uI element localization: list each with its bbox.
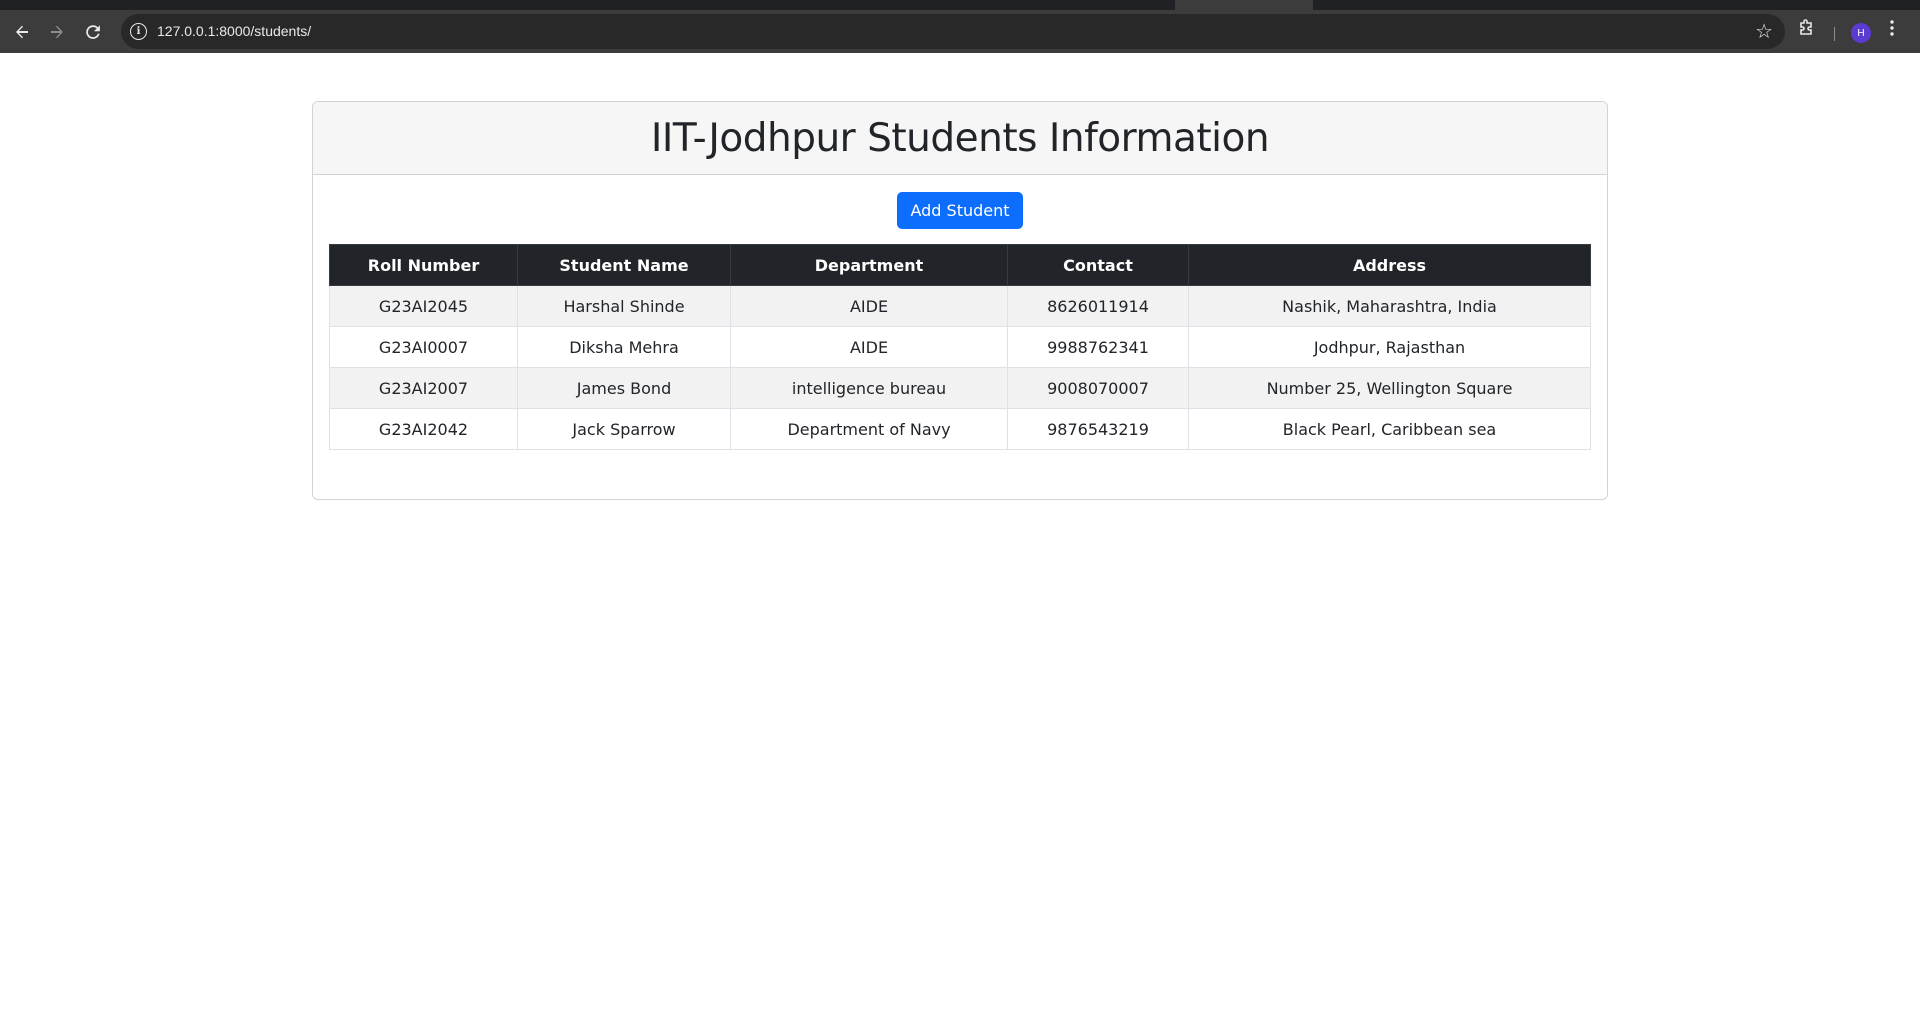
header-address: Address xyxy=(1188,244,1591,286)
browser-tab[interactable] xyxy=(1175,0,1313,10)
browser-toolbar: i 127.0.0.1:8000/students/ ☆ H xyxy=(0,10,1920,53)
cell-student-name: James Bond xyxy=(517,367,731,409)
reload-button[interactable] xyxy=(80,19,106,45)
browser-chrome: i 127.0.0.1:8000/students/ ☆ H xyxy=(0,0,1920,53)
students-card: IIT-Jodhpur Students Information Add Stu… xyxy=(312,101,1608,500)
header-student-name: Student Name xyxy=(517,244,731,286)
cell-address: Number 25, Wellington Square xyxy=(1188,367,1591,409)
cell-contact: 9008070007 xyxy=(1007,367,1189,409)
puzzle-icon[interactable] xyxy=(1797,19,1815,42)
cell-department: Department of Navy xyxy=(730,408,1008,450)
forward-button[interactable] xyxy=(44,19,70,45)
cell-address: Nashik, Maharashtra, India xyxy=(1188,285,1591,327)
kebab-menu-icon[interactable] xyxy=(1890,20,1894,40)
arrow-right-icon xyxy=(51,25,63,39)
table-row: G23AI2007 James Bond intelligence bureau… xyxy=(329,367,1591,409)
table-row: G23AI2042 Jack Sparrow Department of Nav… xyxy=(329,408,1591,450)
table-row: G23AI0007 Diksha Mehra AIDE 9988762341 J… xyxy=(329,326,1591,368)
info-icon[interactable]: i xyxy=(130,23,147,40)
students-table: Roll Number Student Name Department Cont… xyxy=(329,244,1591,450)
toolbar-divider xyxy=(1834,27,1835,41)
button-row: Add Student xyxy=(313,192,1607,229)
page-title: IIT-Jodhpur Students Information xyxy=(650,115,1270,161)
cell-contact: 8626011914 xyxy=(1007,285,1189,327)
header-department: Department xyxy=(730,244,1008,286)
card-header: IIT-Jodhpur Students Information xyxy=(313,102,1607,175)
table-header-row: Roll Number Student Name Department Cont… xyxy=(329,244,1591,286)
cell-roll-number: G23AI2045 xyxy=(329,285,518,327)
address-bar[interactable]: i 127.0.0.1:8000/students/ ☆ xyxy=(121,14,1785,49)
cell-department: AIDE xyxy=(730,285,1008,327)
cell-student-name: Harshal Shinde xyxy=(517,285,731,327)
header-contact: Contact xyxy=(1007,244,1189,286)
reload-icon xyxy=(86,25,100,39)
cell-address: Jodhpur, Rajasthan xyxy=(1188,326,1591,368)
header-roll-number: Roll Number xyxy=(329,244,518,286)
star-icon[interactable]: ☆ xyxy=(1755,19,1773,43)
cell-contact: 9988762341 xyxy=(1007,326,1189,368)
cell-address: Black Pearl, Caribbean sea xyxy=(1188,408,1591,450)
cell-roll-number: G23AI0007 xyxy=(329,326,518,368)
avatar[interactable]: H xyxy=(1851,23,1871,43)
cell-contact: 9876543219 xyxy=(1007,408,1189,450)
cell-student-name: Diksha Mehra xyxy=(517,326,731,368)
table-row: G23AI2045 Harshal Shinde AIDE 8626011914… xyxy=(329,285,1591,327)
arrow-left-icon xyxy=(16,25,28,39)
add-student-button[interactable]: Add Student xyxy=(897,192,1023,229)
cell-student-name: Jack Sparrow xyxy=(517,408,731,450)
tab-strip xyxy=(0,0,1920,10)
cell-department: AIDE xyxy=(730,326,1008,368)
url-text[interactable]: 127.0.0.1:8000/students/ xyxy=(157,23,311,39)
back-button[interactable] xyxy=(9,19,35,45)
cell-roll-number: G23AI2042 xyxy=(329,408,518,450)
cell-department: intelligence bureau xyxy=(730,367,1008,409)
cell-roll-number: G23AI2007 xyxy=(329,367,518,409)
